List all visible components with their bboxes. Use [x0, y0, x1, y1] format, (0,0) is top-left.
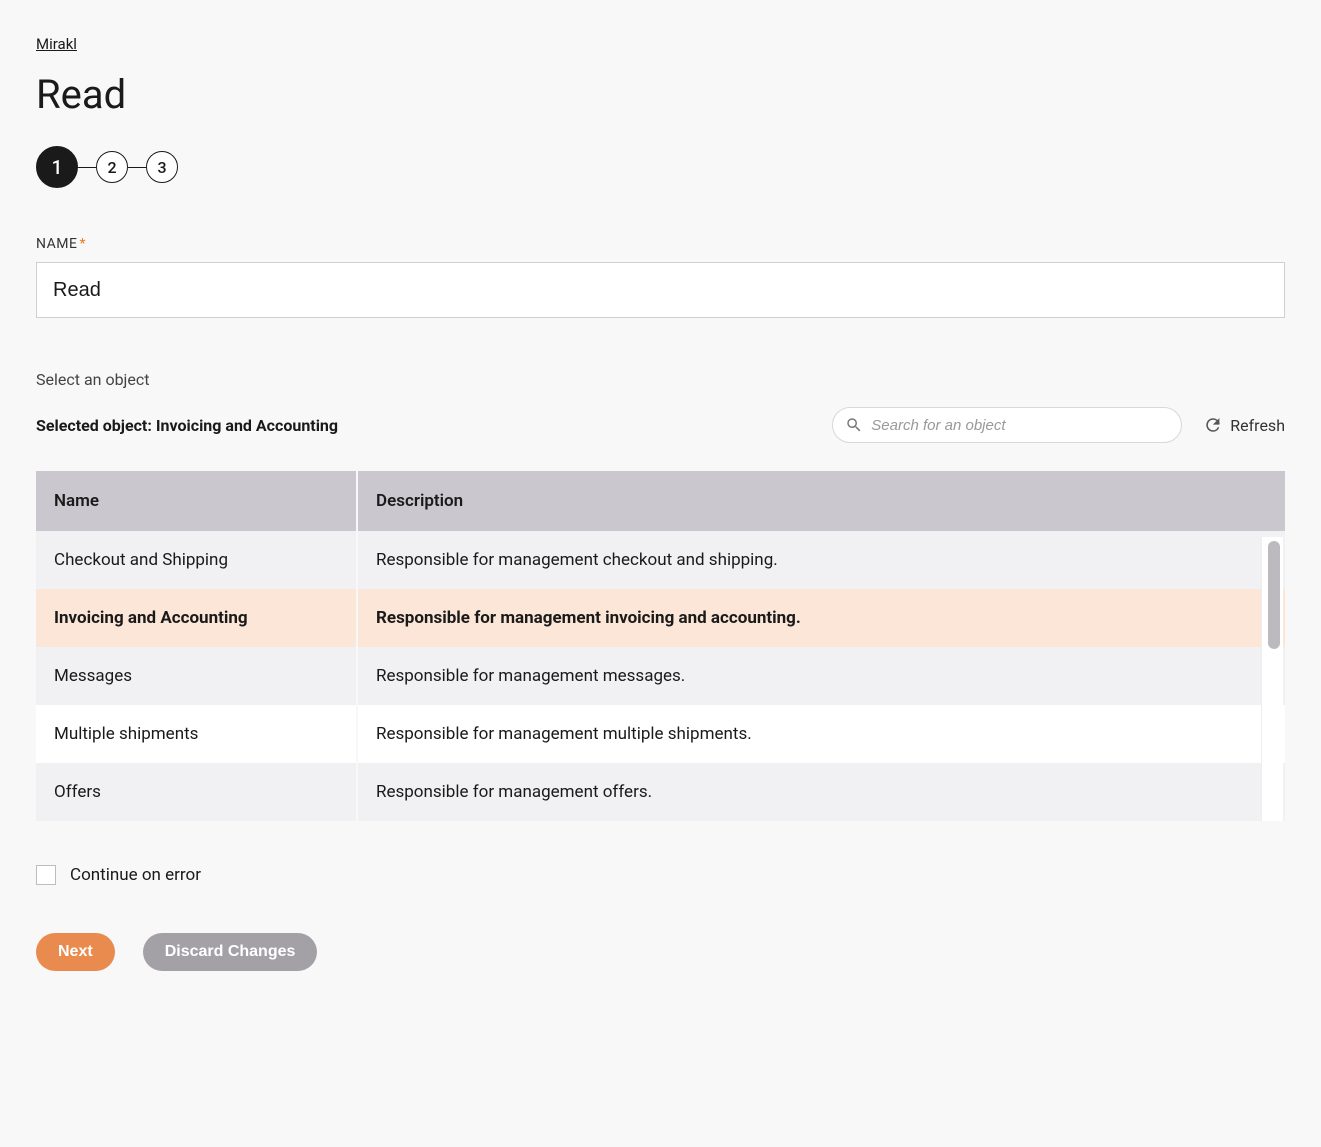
refresh-icon	[1204, 416, 1222, 434]
objects-table: Name Description Checkout and ShippingRe…	[36, 471, 1285, 821]
table-row[interactable]: Checkout and ShippingResponsible for man…	[36, 531, 1285, 589]
next-button[interactable]: Next	[36, 933, 115, 971]
col-header-description[interactable]: Description	[356, 471, 1285, 531]
cell-name: Checkout and Shipping	[36, 531, 356, 589]
table-row[interactable]: OffersResponsible for management offers.	[36, 763, 1285, 821]
name-input[interactable]	[36, 262, 1285, 318]
step-2[interactable]: 2	[96, 151, 128, 183]
search-input[interactable]	[863, 416, 1169, 435]
search-box[interactable]	[832, 407, 1182, 443]
cell-name: Multiple shipments	[36, 705, 356, 763]
cell-description: Responsible for management invoicing and…	[356, 589, 1285, 647]
step-3[interactable]: 3	[146, 151, 178, 183]
cell-description: Responsible for management checkout and …	[356, 531, 1285, 589]
table-row[interactable]: Multiple shipmentsResponsible for manage…	[36, 705, 1285, 763]
cell-description: Responsible for management messages.	[356, 647, 1285, 705]
selected-object-text: Selected object: Invoicing and Accountin…	[36, 416, 338, 435]
continue-on-error-checkbox[interactable]	[36, 865, 56, 885]
step-connector	[78, 167, 96, 168]
breadcrumb-mirakl[interactable]: Mirakl	[36, 35, 77, 53]
cell-name: Offers	[36, 763, 356, 821]
required-star-icon: *	[79, 236, 86, 252]
cell-description: Responsible for management multiple ship…	[356, 705, 1285, 763]
search-icon	[845, 416, 863, 434]
refresh-button[interactable]: Refresh	[1204, 416, 1285, 435]
cell-description: Responsible for management offers.	[356, 763, 1285, 821]
name-field-label: NAME*	[36, 236, 1285, 252]
table-row[interactable]: Invoicing and AccountingResponsible for …	[36, 589, 1285, 647]
table-row[interactable]: MessagesResponsible for management messa…	[36, 647, 1285, 705]
cell-name: Messages	[36, 647, 356, 705]
refresh-label: Refresh	[1230, 416, 1285, 435]
continue-on-error-label: Continue on error	[70, 865, 201, 885]
scrollbar-thumb[interactable]	[1268, 541, 1280, 649]
stepper: 1 2 3	[36, 146, 1285, 188]
col-header-name[interactable]: Name	[36, 471, 356, 531]
discard-changes-button[interactable]: Discard Changes	[143, 933, 318, 971]
scrollbar-track[interactable]	[1261, 537, 1283, 821]
table-header-row: Name Description	[36, 471, 1285, 531]
step-1[interactable]: 1	[36, 146, 78, 188]
select-object-label: Select an object	[36, 370, 1285, 389]
cell-name: Invoicing and Accounting	[36, 589, 356, 647]
step-connector	[128, 167, 146, 168]
page-title: Read	[36, 71, 1285, 118]
